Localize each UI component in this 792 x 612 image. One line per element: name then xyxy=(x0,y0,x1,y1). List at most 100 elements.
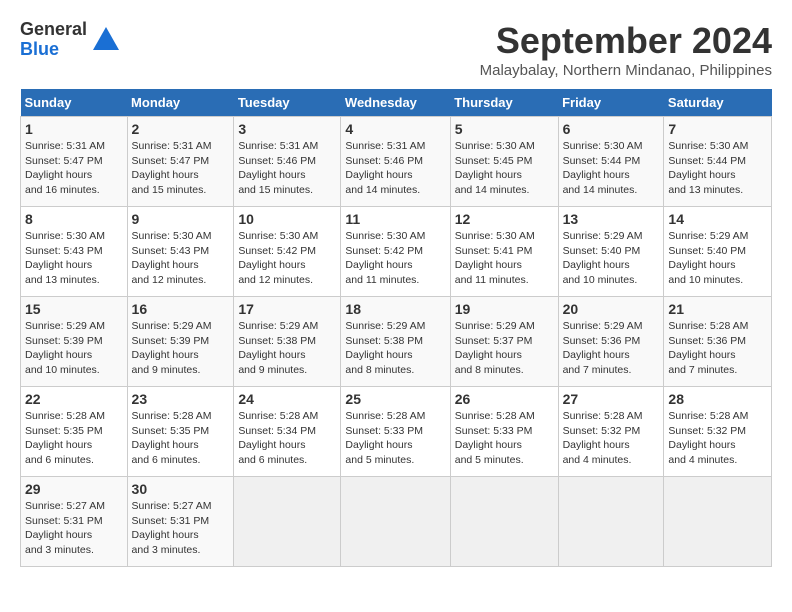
logo: General Blue xyxy=(20,20,121,60)
logo-blue-text: Blue xyxy=(20,40,87,60)
day-number: 11 xyxy=(345,211,445,227)
calendar-cell: 27 Sunrise: 5:28 AMSunset: 5:32 PMDaylig… xyxy=(558,387,664,477)
day-detail: Sunrise: 5:28 AMSunset: 5:35 PMDaylight … xyxy=(132,410,212,466)
calendar-cell: 18 Sunrise: 5:29 AMSunset: 5:38 PMDaylig… xyxy=(341,297,450,387)
calendar-cell: 17 Sunrise: 5:29 AMSunset: 5:38 PMDaylig… xyxy=(234,297,341,387)
day-detail: Sunrise: 5:30 AMSunset: 5:42 PMDaylight … xyxy=(238,230,318,286)
day-number: 12 xyxy=(455,211,554,227)
day-number: 26 xyxy=(455,391,554,407)
calendar-cell: 30 Sunrise: 5:27 AMSunset: 5:31 PMDaylig… xyxy=(127,477,234,567)
calendar-cell: 24 Sunrise: 5:28 AMSunset: 5:34 PMDaylig… xyxy=(234,387,341,477)
header-monday: Monday xyxy=(127,89,234,117)
day-detail: Sunrise: 5:30 AMSunset: 5:41 PMDaylight … xyxy=(455,230,535,286)
calendar-cell: 25 Sunrise: 5:28 AMSunset: 5:33 PMDaylig… xyxy=(341,387,450,477)
calendar-cell: 5 Sunrise: 5:30 AMSunset: 5:45 PMDayligh… xyxy=(450,117,558,207)
day-number: 27 xyxy=(563,391,660,407)
header-wednesday: Wednesday xyxy=(341,89,450,117)
calendar-row: 22 Sunrise: 5:28 AMSunset: 5:35 PMDaylig… xyxy=(21,387,772,477)
day-number: 5 xyxy=(455,121,554,137)
day-number: 14 xyxy=(668,211,767,227)
calendar-cell xyxy=(664,477,772,567)
day-detail: Sunrise: 5:28 AMSunset: 5:32 PMDaylight … xyxy=(668,410,748,466)
calendar-row: 29 Sunrise: 5:27 AMSunset: 5:31 PMDaylig… xyxy=(21,477,772,567)
calendar-cell: 23 Sunrise: 5:28 AMSunset: 5:35 PMDaylig… xyxy=(127,387,234,477)
day-detail: Sunrise: 5:27 AMSunset: 5:31 PMDaylight … xyxy=(25,500,105,556)
calendar-cell: 26 Sunrise: 5:28 AMSunset: 5:33 PMDaylig… xyxy=(450,387,558,477)
calendar-cell: 13 Sunrise: 5:29 AMSunset: 5:40 PMDaylig… xyxy=(558,207,664,297)
calendar-cell xyxy=(558,477,664,567)
calendar-cell: 7 Sunrise: 5:30 AMSunset: 5:44 PMDayligh… xyxy=(664,117,772,207)
calendar-cell: 16 Sunrise: 5:29 AMSunset: 5:39 PMDaylig… xyxy=(127,297,234,387)
calendar-cell: 8 Sunrise: 5:30 AMSunset: 5:43 PMDayligh… xyxy=(21,207,128,297)
day-detail: Sunrise: 5:31 AMSunset: 5:46 PMDaylight … xyxy=(238,140,318,196)
day-number: 13 xyxy=(563,211,660,227)
calendar-cell: 1 Sunrise: 5:31 AMSunset: 5:47 PMDayligh… xyxy=(21,117,128,207)
calendar-cell: 29 Sunrise: 5:27 AMSunset: 5:31 PMDaylig… xyxy=(21,477,128,567)
calendar-cell: 9 Sunrise: 5:30 AMSunset: 5:43 PMDayligh… xyxy=(127,207,234,297)
calendar-cell: 20 Sunrise: 5:29 AMSunset: 5:36 PMDaylig… xyxy=(558,297,664,387)
day-number: 1 xyxy=(25,121,123,137)
day-detail: Sunrise: 5:28 AMSunset: 5:33 PMDaylight … xyxy=(455,410,535,466)
calendar-cell: 12 Sunrise: 5:30 AMSunset: 5:41 PMDaylig… xyxy=(450,207,558,297)
day-detail: Sunrise: 5:30 AMSunset: 5:43 PMDaylight … xyxy=(132,230,212,286)
calendar-cell xyxy=(450,477,558,567)
day-detail: Sunrise: 5:29 AMSunset: 5:38 PMDaylight … xyxy=(238,320,318,376)
calendar-row: 15 Sunrise: 5:29 AMSunset: 5:39 PMDaylig… xyxy=(21,297,772,387)
day-detail: Sunrise: 5:29 AMSunset: 5:39 PMDaylight … xyxy=(25,320,105,376)
day-detail: Sunrise: 5:28 AMSunset: 5:33 PMDaylight … xyxy=(345,410,425,466)
day-number: 16 xyxy=(132,301,230,317)
calendar-row: 1 Sunrise: 5:31 AMSunset: 5:47 PMDayligh… xyxy=(21,117,772,207)
calendar-cell: 4 Sunrise: 5:31 AMSunset: 5:46 PMDayligh… xyxy=(341,117,450,207)
day-detail: Sunrise: 5:28 AMSunset: 5:36 PMDaylight … xyxy=(668,320,748,376)
day-detail: Sunrise: 5:30 AMSunset: 5:42 PMDaylight … xyxy=(345,230,425,286)
day-number: 4 xyxy=(345,121,445,137)
day-number: 21 xyxy=(668,301,767,317)
calendar-cell xyxy=(234,477,341,567)
calendar-row: 8 Sunrise: 5:30 AMSunset: 5:43 PMDayligh… xyxy=(21,207,772,297)
day-detail: Sunrise: 5:29 AMSunset: 5:36 PMDaylight … xyxy=(563,320,643,376)
day-number: 3 xyxy=(238,121,336,137)
day-detail: Sunrise: 5:29 AMSunset: 5:38 PMDaylight … xyxy=(345,320,425,376)
day-number: 2 xyxy=(132,121,230,137)
day-detail: Sunrise: 5:28 AMSunset: 5:32 PMDaylight … xyxy=(563,410,643,466)
calendar-cell: 21 Sunrise: 5:28 AMSunset: 5:36 PMDaylig… xyxy=(664,297,772,387)
calendar-cell: 19 Sunrise: 5:29 AMSunset: 5:37 PMDaylig… xyxy=(450,297,558,387)
day-number: 6 xyxy=(563,121,660,137)
day-number: 20 xyxy=(563,301,660,317)
weekday-header-row: Sunday Monday Tuesday Wednesday Thursday… xyxy=(21,89,772,117)
day-detail: Sunrise: 5:31 AMSunset: 5:47 PMDaylight … xyxy=(25,140,105,196)
day-detail: Sunrise: 5:29 AMSunset: 5:40 PMDaylight … xyxy=(668,230,748,286)
month-title: September 2024 xyxy=(480,20,772,62)
day-detail: Sunrise: 5:30 AMSunset: 5:43 PMDaylight … xyxy=(25,230,105,286)
day-detail: Sunrise: 5:29 AMSunset: 5:40 PMDaylight … xyxy=(563,230,643,286)
calendar-cell: 14 Sunrise: 5:29 AMSunset: 5:40 PMDaylig… xyxy=(664,207,772,297)
logo-icon xyxy=(91,25,121,55)
calendar-cell: 28 Sunrise: 5:28 AMSunset: 5:32 PMDaylig… xyxy=(664,387,772,477)
header-sunday: Sunday xyxy=(21,89,128,117)
calendar-cell: 6 Sunrise: 5:30 AMSunset: 5:44 PMDayligh… xyxy=(558,117,664,207)
page-header: General Blue September 2024 Malaybalay, … xyxy=(20,20,772,79)
day-detail: Sunrise: 5:31 AMSunset: 5:46 PMDaylight … xyxy=(345,140,425,196)
day-number: 29 xyxy=(25,481,123,497)
title-section: September 2024 Malaybalay, Northern Mind… xyxy=(480,20,772,79)
calendar-cell xyxy=(341,477,450,567)
day-number: 24 xyxy=(238,391,336,407)
day-number: 19 xyxy=(455,301,554,317)
day-number: 18 xyxy=(345,301,445,317)
header-tuesday: Tuesday xyxy=(234,89,341,117)
day-number: 7 xyxy=(668,121,767,137)
calendar-cell: 11 Sunrise: 5:30 AMSunset: 5:42 PMDaylig… xyxy=(341,207,450,297)
location-text: Malaybalay, Northern Mindanao, Philippin… xyxy=(480,62,772,79)
day-number: 23 xyxy=(132,391,230,407)
day-number: 28 xyxy=(668,391,767,407)
day-number: 10 xyxy=(238,211,336,227)
day-number: 15 xyxy=(25,301,123,317)
calendar-cell: 10 Sunrise: 5:30 AMSunset: 5:42 PMDaylig… xyxy=(234,207,341,297)
logo-general-text: General xyxy=(20,20,87,40)
calendar-cell: 22 Sunrise: 5:28 AMSunset: 5:35 PMDaylig… xyxy=(21,387,128,477)
day-detail: Sunrise: 5:28 AMSunset: 5:34 PMDaylight … xyxy=(238,410,318,466)
day-detail: Sunrise: 5:30 AMSunset: 5:44 PMDaylight … xyxy=(563,140,643,196)
day-number: 9 xyxy=(132,211,230,227)
day-detail: Sunrise: 5:29 AMSunset: 5:39 PMDaylight … xyxy=(132,320,212,376)
calendar-table: Sunday Monday Tuesday Wednesday Thursday… xyxy=(20,89,772,567)
